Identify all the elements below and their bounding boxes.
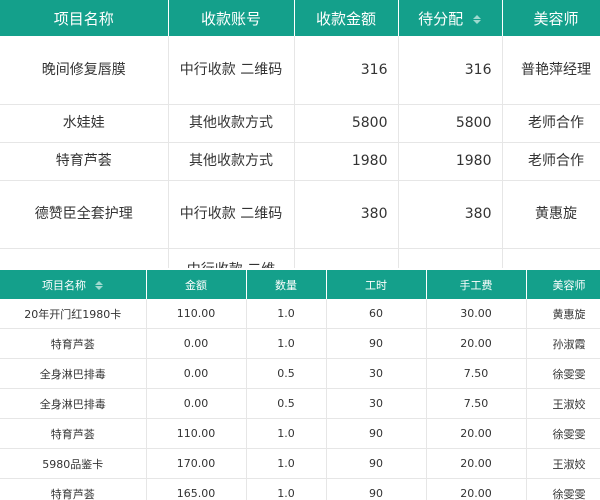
cell-payment-amount: 316	[294, 36, 399, 105]
cell-work-hours: 30	[326, 388, 427, 419]
col-header-project-name[interactable]: 项目名称	[0, 0, 169, 36]
top-table-container: 项目名称 收款账号 收款金额 待分配 美容师 晚间修复唇膜 中行收款 二维码 3…	[0, 0, 600, 268]
cell-quantity: 1.0	[246, 418, 327, 449]
cell-payment-amount: 5800	[294, 104, 399, 143]
cell-pending-allocation	[398, 248, 503, 268]
cell-work-hours: 60	[326, 299, 427, 329]
cell-pending-allocation: 316	[398, 36, 503, 105]
cell-project-name	[0, 248, 169, 268]
cell-payment-account: 中行收款 二维码	[168, 180, 295, 249]
bottom-table-container: 项目名称 金额 数量 工时 手工费 美容师 20年开门红1980卡 110.00…	[0, 270, 600, 500]
cell-project-name: 晚间修复唇膜	[0, 36, 169, 105]
table-row[interactable]: 晚间修复唇膜 中行收款 二维码 316 316 普艳萍经理	[0, 36, 600, 105]
sort-icon[interactable]	[472, 14, 482, 25]
table-row[interactable]: 20年开门红1980卡 110.00 1.0 60 30.00 黄惠旋	[0, 299, 600, 329]
cell-payment-account: 其他收款方式	[168, 104, 295, 143]
cell-project-name: 5980品鉴卡	[0, 448, 147, 479]
cell-handwork-fee: 20.00	[426, 478, 527, 500]
cell-payment-account: 中行收款 二维	[168, 248, 295, 268]
cell-amount: 0.00	[146, 388, 247, 419]
col-header-beautician[interactable]: 美容师	[502, 0, 600, 36]
cell-project-name: 特育芦荟	[0, 478, 147, 500]
cell-work-hours: 90	[326, 418, 427, 449]
cell-work-hours: 90	[326, 328, 427, 359]
cell-project-name: 德赞臣全套护理	[0, 180, 169, 249]
col-header-pending-allocation[interactable]: 待分配	[398, 0, 503, 36]
table-row[interactable]: 5980品鉴卡 170.00 1.0 90 20.00 王淑姣	[0, 448, 600, 479]
cell-pending-allocation: 1980	[398, 142, 503, 181]
cell-beautician: 老师合作	[502, 104, 600, 143]
commission-detail-table: 项目名称 金额 数量 工时 手工费 美容师 20年开门红1980卡 110.00…	[0, 270, 600, 500]
cell-quantity: 1.0	[246, 299, 327, 329]
cell-work-hours: 90	[326, 478, 427, 500]
cell-beautician: 黄惠旋	[526, 299, 600, 329]
table-row[interactable]: 德赞臣全套护理 中行收款 二维码 380 380 黄惠旋	[0, 180, 600, 249]
cell-pending-allocation: 380	[398, 180, 503, 249]
cell-beautician: 孙淑霞	[526, 328, 600, 359]
sort-icon[interactable]	[94, 280, 104, 291]
cell-amount: 170.00	[146, 448, 247, 479]
cell-handwork-fee: 7.50	[426, 358, 527, 389]
table-row[interactable]: 特育芦荟 110.00 1.0 90 20.00 徐雯雯	[0, 418, 600, 449]
cell-quantity: 1.0	[246, 328, 327, 359]
cell-payment-amount: 380	[294, 180, 399, 249]
cell-payment-account: 其他收款方式	[168, 142, 295, 181]
cell-beautician	[502, 248, 600, 268]
table-row[interactable]: 水娃娃 其他收款方式 5800 5800 老师合作	[0, 104, 600, 143]
cell-project-name: 水娃娃	[0, 104, 169, 143]
col-header-amount[interactable]: 金额	[146, 270, 247, 299]
cell-project-name: 特育芦荟	[0, 142, 169, 181]
cell-quantity: 0.5	[246, 388, 327, 419]
cell-payment-amount: 1980	[294, 142, 399, 181]
cell-project-name: 全身淋巴排毒	[0, 358, 147, 389]
cell-beautician: 王淑姣	[526, 388, 600, 419]
table-row[interactable]: 中行收款 二维	[0, 248, 600, 268]
col-header-handwork-fee[interactable]: 手工费	[426, 270, 527, 299]
col-header-quantity[interactable]: 数量	[246, 270, 327, 299]
col-header-payment-amount[interactable]: 收款金额	[294, 0, 399, 36]
cell-pending-allocation: 5800	[398, 104, 503, 143]
cell-beautician: 王淑姣	[526, 448, 600, 479]
cell-project-name: 特育芦荟	[0, 418, 147, 449]
cell-project-name: 20年开门红1980卡	[0, 299, 147, 329]
cell-beautician: 黄惠旋	[502, 180, 600, 249]
payment-allocation-table: 项目名称 收款账号 收款金额 待分配 美容师 晚间修复唇膜 中行收款 二维码 3…	[0, 0, 600, 268]
cell-quantity: 1.0	[246, 478, 327, 500]
col-header-project-name[interactable]: 项目名称	[0, 270, 147, 299]
cell-handwork-fee: 20.00	[426, 448, 527, 479]
cell-payment-account: 中行收款 二维码	[168, 36, 295, 105]
cell-handwork-fee: 20.00	[426, 328, 527, 359]
col-header-payment-account[interactable]: 收款账号	[168, 0, 295, 36]
table-row[interactable]: 特育芦荟 165.00 1.0 90 20.00 徐雯雯	[0, 478, 600, 500]
col-header-work-hours[interactable]: 工时	[326, 270, 427, 299]
cell-beautician: 徐雯雯	[526, 478, 600, 500]
cell-project-name: 特育芦荟	[0, 328, 147, 359]
cell-work-hours: 90	[326, 448, 427, 479]
table-header-row: 项目名称 金额 数量 工时 手工费 美容师	[0, 270, 600, 299]
table-row[interactable]: 全身淋巴排毒 0.00 0.5 30 7.50 王淑姣	[0, 388, 600, 419]
cell-work-hours: 30	[326, 358, 427, 389]
cell-beautician: 徐雯雯	[526, 358, 600, 389]
cell-beautician: 徐雯雯	[526, 418, 600, 449]
cell-amount: 0.00	[146, 328, 247, 359]
cell-handwork-fee: 30.00	[426, 299, 527, 329]
cell-quantity: 0.5	[246, 358, 327, 389]
cell-project-name: 全身淋巴排毒	[0, 388, 147, 419]
cell-amount: 0.00	[146, 358, 247, 389]
table-row[interactable]: 特育芦荟 0.00 1.0 90 20.00 孙淑霞	[0, 328, 600, 359]
cell-beautician: 老师合作	[502, 142, 600, 181]
cell-amount: 110.00	[146, 418, 247, 449]
col-header-beautician[interactable]: 美容师	[526, 270, 600, 299]
cell-payment-amount	[294, 248, 399, 268]
cell-handwork-fee: 7.50	[426, 388, 527, 419]
cell-amount: 110.00	[146, 299, 247, 329]
table-row[interactable]: 全身淋巴排毒 0.00 0.5 30 7.50 徐雯雯	[0, 358, 600, 389]
table-header-row: 项目名称 收款账号 收款金额 待分配 美容师	[0, 0, 600, 36]
cell-quantity: 1.0	[246, 448, 327, 479]
cell-beautician: 普艳萍经理	[502, 36, 600, 105]
cell-amount: 165.00	[146, 478, 247, 500]
cell-handwork-fee: 20.00	[426, 418, 527, 449]
table-row[interactable]: 特育芦荟 其他收款方式 1980 1980 老师合作	[0, 142, 600, 181]
